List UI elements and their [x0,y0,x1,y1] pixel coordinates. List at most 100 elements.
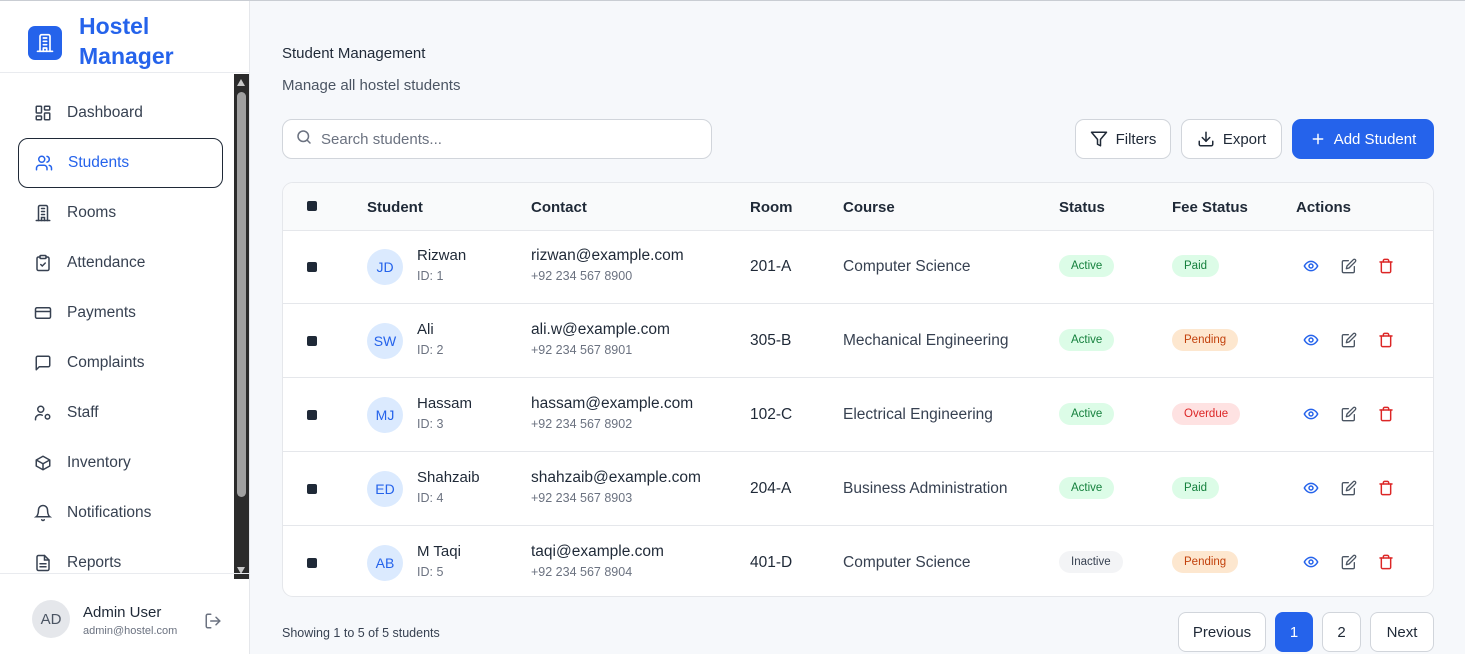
column-header-room: Room [750,199,793,216]
sidebar-item-students[interactable]: Students [18,138,223,188]
table-row: MJ Hassam ID: 3 hassam@example.com +92 2… [283,379,1433,452]
next-page-button[interactable]: Next [1370,612,1434,652]
search-icon [295,128,313,151]
page-2-button[interactable]: 2 [1322,612,1361,652]
student-id: ID: 2 [417,343,444,357]
clipboard-check-icon [32,252,54,274]
student-phone: +92 234 567 8904 [531,565,633,579]
course-name: Mechanical Engineering [843,332,1009,349]
trash-icon[interactable] [1377,257,1395,275]
status-badge: Inactive [1059,551,1123,573]
sidebar-item-staff[interactable]: Staff [18,388,223,438]
student-email: taqi@example.com [531,543,664,560]
eye-icon[interactable] [1302,405,1320,423]
course-name: Computer Science [843,554,971,571]
student-id: ID: 4 [417,491,444,505]
scroll-up-arrow-icon[interactable] [237,79,245,86]
row-checkbox[interactable] [307,336,317,346]
scrollbar-thumb[interactable] [237,92,246,497]
user-name: Admin User [83,604,162,621]
student-name: Rizwan [417,247,467,264]
sidebar-item-label: Attendance [67,254,146,271]
table-row: SW Ali ID: 2 ali.w@example.com +92 234 5… [283,305,1433,378]
sidebar-item-complaints[interactable]: Complaints [18,338,223,388]
avatar: AD [32,600,70,638]
student-phone: +92 234 567 8900 [531,269,633,283]
student-phone: +92 234 567 8903 [531,491,633,505]
add-student-button[interactable]: Add Student [1292,119,1434,159]
row-checkbox[interactable] [307,410,317,420]
building-icon [32,202,54,224]
eye-icon[interactable] [1302,331,1320,349]
page-1-button[interactable]: 1 [1275,612,1313,652]
eye-icon[interactable] [1302,553,1320,571]
room-number: 305-B [750,332,792,349]
edit-icon[interactable] [1340,257,1358,275]
filters-button[interactable]: Filters [1075,119,1171,159]
search-box [282,119,712,159]
trash-icon[interactable] [1377,553,1395,571]
student-phone: +92 234 567 8902 [531,417,633,431]
sidebar-item-label: Notifications [67,504,152,521]
dashboard-icon [32,102,54,124]
room-number: 401-D [750,554,793,571]
status-badge: Active [1059,255,1115,277]
eye-icon[interactable] [1302,257,1320,275]
sidebar-item-attendance[interactable]: Attendance [18,238,223,288]
sidebar-item-notifications[interactable]: Notifications [18,488,223,538]
edit-icon[interactable] [1340,553,1358,571]
students-table: Student Contact Room Course Status Fee S… [282,182,1434,597]
previous-page-button[interactable]: Previous [1178,612,1266,652]
eye-icon[interactable] [1302,479,1320,497]
logout-icon[interactable] [204,612,222,630]
select-all-checkbox[interactable] [307,201,317,211]
row-checkbox[interactable] [307,262,317,272]
student-id: ID: 1 [417,269,444,283]
student-name: Hassam [417,395,473,412]
sidebar-item-rooms[interactable]: Rooms [18,188,223,238]
export-button[interactable]: Export [1181,119,1282,159]
row-checkbox[interactable] [307,484,317,494]
column-header-contact: Contact [531,199,587,216]
student-name: M Taqi [417,543,461,560]
plus-icon [1310,131,1326,147]
trash-icon[interactable] [1377,331,1395,349]
bell-icon [32,502,54,524]
avatar: SW [367,323,403,359]
search-input[interactable] [321,130,701,148]
download-icon [1197,130,1215,148]
sidebar-item-inventory[interactable]: Inventory [18,438,223,488]
sidebar-item-payments[interactable]: Payments [18,288,223,338]
sidebar-item-label: Dashboard [67,104,143,121]
trash-icon[interactable] [1377,479,1395,497]
sidebar-scrollbar[interactable] [234,74,249,579]
student-name: Ali [417,321,434,338]
trash-icon[interactable] [1377,405,1395,423]
add-student-label: Add Student [1333,130,1417,148]
sidebar-item-label: Complaints [67,354,145,371]
edit-icon[interactable] [1340,405,1358,423]
room-number: 201-A [750,258,792,275]
table-header: Student Contact Room Course Status Fee S… [283,183,1433,231]
course-name: Business Administration [843,480,1008,497]
row-checkbox[interactable] [307,558,317,568]
student-email: hassam@example.com [531,395,694,412]
edit-icon[interactable] [1340,331,1358,349]
avatar: MJ [367,397,403,433]
sidebar-item-dashboard[interactable]: Dashboard [18,88,223,138]
room-number: 204-A [750,480,792,497]
fee-status-badge: Pending [1172,551,1239,573]
page-title: Student Management [282,45,426,62]
column-header-status: Status [1059,199,1105,216]
status-badge: Active [1059,477,1115,499]
student-email: rizwan@example.com [531,247,684,264]
student-id: ID: 3 [417,417,444,431]
fee-status-badge: Paid [1172,255,1220,277]
table-row: ED Shahzaib ID: 4 shahzaib@example.com +… [283,453,1433,526]
users-icon [33,152,55,174]
export-label: Export [1222,130,1267,148]
column-header-student: Student [367,199,423,216]
sidebar-nav: Dashboard Students Rooms Attendance Paym… [18,88,223,588]
edit-icon[interactable] [1340,479,1358,497]
filter-icon [1090,130,1108,148]
